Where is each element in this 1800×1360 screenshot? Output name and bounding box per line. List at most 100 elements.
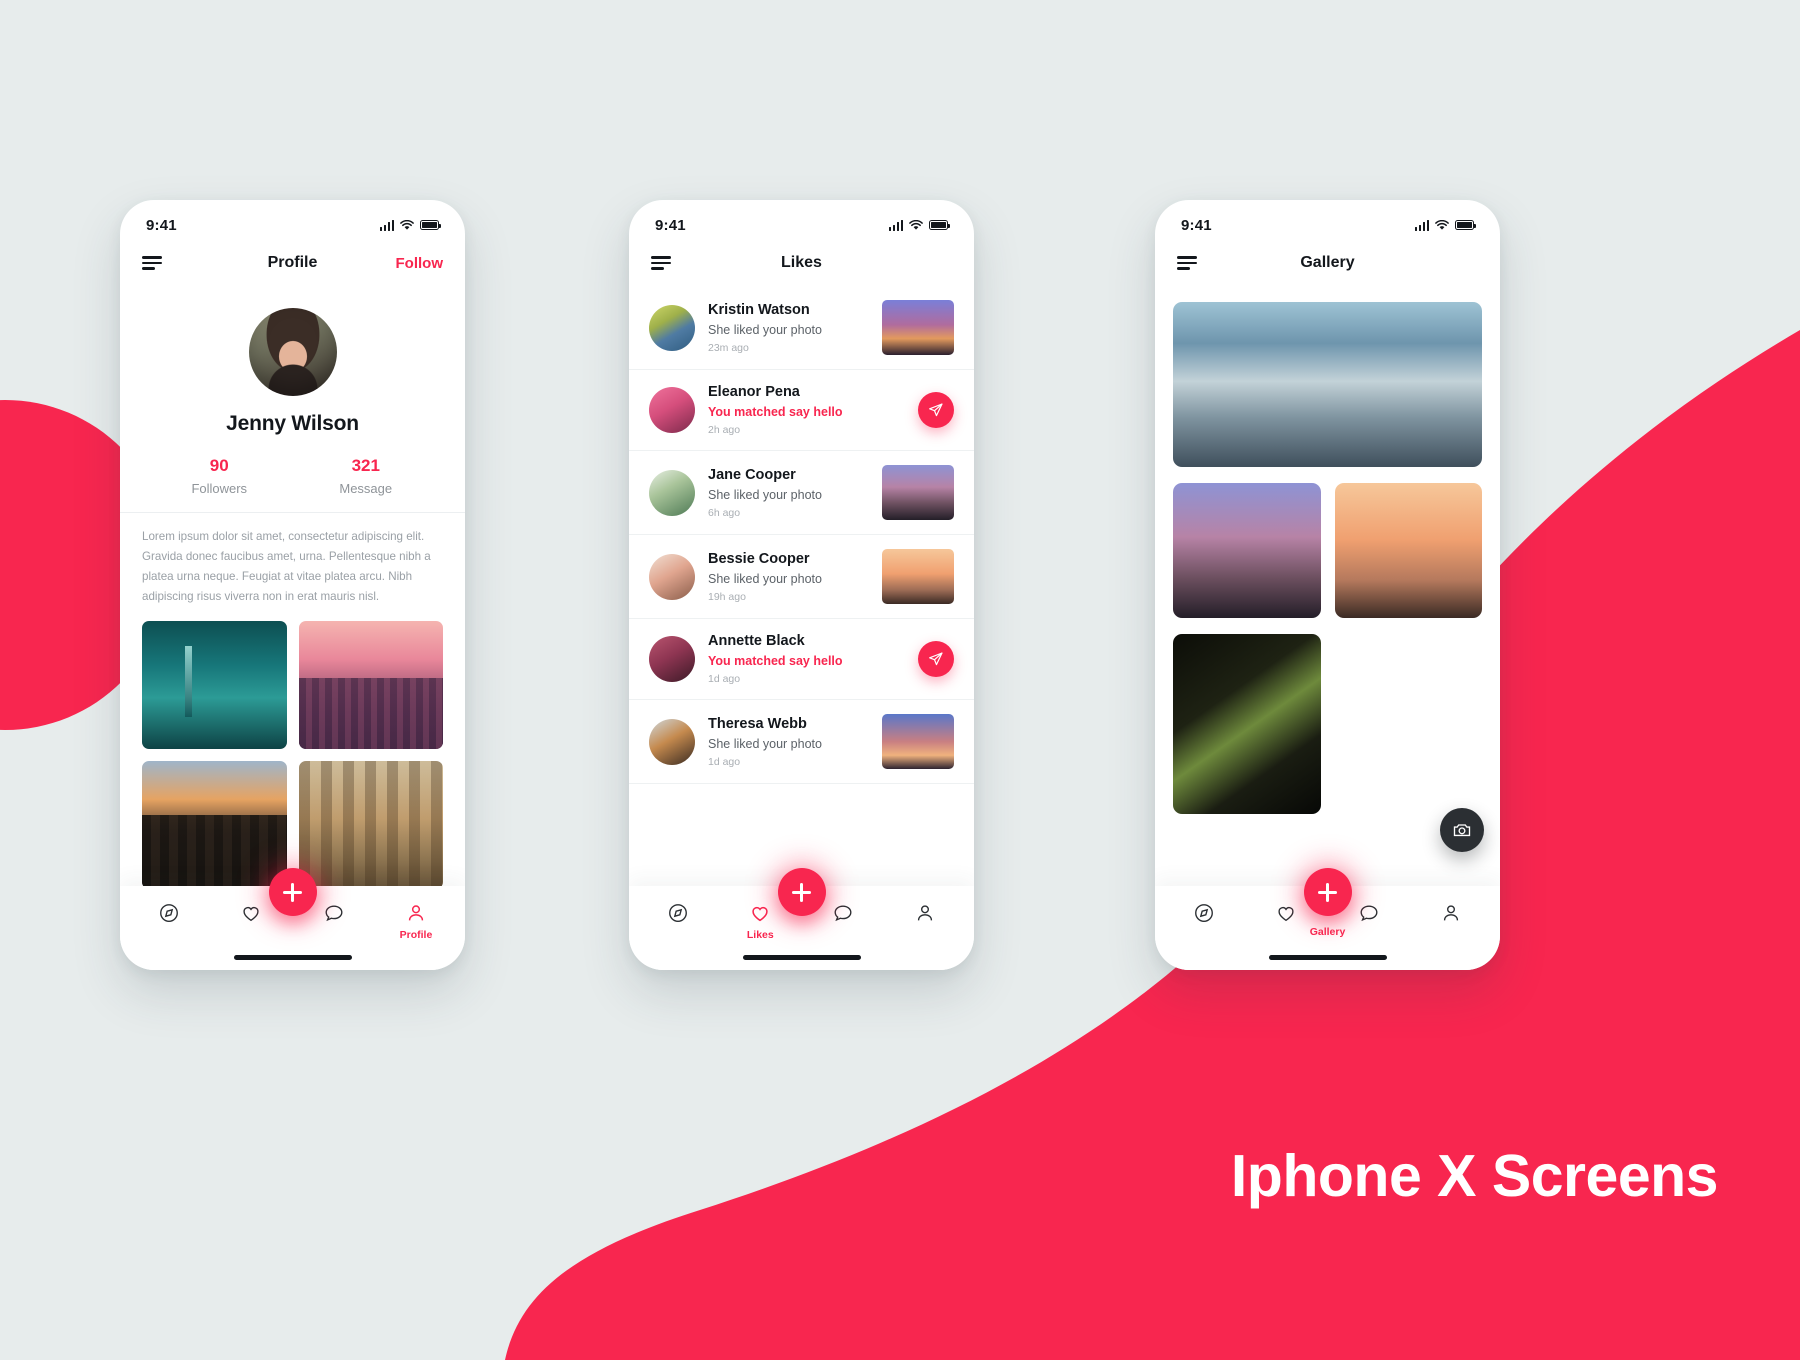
status-bar: 9:41 <box>629 200 974 240</box>
list-item[interactable]: Kristin Watson She liked your photo 23m … <box>629 286 974 370</box>
list-item[interactable]: Theresa Webb She liked your photo 1d ago <box>629 700 974 784</box>
tab-messages[interactable] <box>311 902 357 924</box>
tab-discover[interactable] <box>146 902 192 924</box>
photo-thumbnail[interactable] <box>298 760 443 886</box>
person-icon <box>1443 905 1459 921</box>
photo-thumbnail[interactable] <box>882 549 954 604</box>
cellular-signal-icon <box>888 219 903 231</box>
app-bar-likes: Likes <box>629 240 974 286</box>
stat-message-label: Message <box>339 481 393 496</box>
wifi-icon <box>1435 219 1449 230</box>
gallery-column-left <box>1173 483 1321 814</box>
tab-likes-label: Likes <box>746 929 774 941</box>
hamburger-menu-icon[interactable] <box>651 256 673 270</box>
list-item-name: Jane Cooper <box>708 466 796 483</box>
status-bar: 9:41 <box>120 200 465 240</box>
page-headline: Iphone X Screens <box>1230 1143 1719 1209</box>
camera-button[interactable] <box>1440 808 1484 852</box>
list-item-subtitle: She liked your photo <box>708 571 822 586</box>
bottom-tab-bar: Profile <box>120 868 465 970</box>
heart-icon <box>243 907 259 922</box>
phone-profile-screen: 9:41 Profile Follow Jenny Wilson 90 Foll… <box>120 200 465 970</box>
chat-bubble-icon <box>834 905 852 922</box>
photo-thumbnail[interactable] <box>1334 483 1482 618</box>
tab-likes[interactable] <box>228 902 274 924</box>
avatar <box>649 718 695 765</box>
list-item-name: Kristin Watson <box>708 301 810 318</box>
list-item-time: 1d ago <box>708 755 741 768</box>
home-indicator <box>742 955 861 960</box>
add-plus-button[interactable] <box>1303 868 1352 916</box>
send-message-button[interactable] <box>918 392 954 428</box>
likes-body: Kristin Watson She liked your photo 23m … <box>629 286 974 886</box>
follow-button[interactable]: Follow <box>396 255 444 272</box>
photo-thumbnail[interactable] <box>298 620 443 749</box>
list-item[interactable]: Bessie Cooper She liked your photo 19h a… <box>629 535 974 619</box>
tab-messages[interactable] <box>820 902 866 924</box>
stat-followers[interactable]: 90 Followers <box>146 456 293 496</box>
list-item-name: Theresa Webb <box>708 715 807 732</box>
avatar <box>649 469 695 516</box>
app-bar-profile: Profile Follow <box>120 240 465 286</box>
tab-discover[interactable] <box>1181 902 1227 924</box>
compass-icon <box>669 904 687 922</box>
cellular-signal-icon <box>1414 219 1429 231</box>
add-plus-button[interactable] <box>268 868 317 916</box>
tab-profile[interactable] <box>1428 902 1474 924</box>
tab-discover[interactable] <box>655 902 701 924</box>
profile-stats: 90 Followers 321 Message <box>120 456 465 513</box>
avatar[interactable] <box>248 308 337 396</box>
bottom-tab-bar: Gallery <box>1155 868 1500 970</box>
tab-likes[interactable]: Likes <box>737 902 783 941</box>
list-item-subtitle: She liked your photo <box>708 736 822 751</box>
hamburger-menu-icon[interactable] <box>1177 256 1199 270</box>
gallery-body <box>1155 286 1500 886</box>
list-item-time: 2h ago <box>708 424 741 436</box>
camera-icon <box>1453 824 1471 837</box>
tab-profile[interactable]: Profile <box>393 902 439 941</box>
avatar <box>649 304 695 351</box>
list-item-name: Annette Black <box>708 633 805 649</box>
gallery-column-right <box>1334 483 1482 618</box>
list-item-subtitle: She liked your photo <box>708 322 822 337</box>
list-item-name: Bessie Cooper <box>708 550 810 567</box>
tab-likes[interactable] <box>1263 902 1309 924</box>
likes-list: Kristin Watson She liked your photo 23m … <box>629 286 974 784</box>
status-icons <box>379 219 442 231</box>
avatar-wrapper <box>120 308 465 396</box>
stat-message-value: 321 <box>351 456 380 475</box>
avatar <box>649 553 695 600</box>
list-item[interactable]: Jane Cooper She liked your photo 6h ago <box>629 451 974 535</box>
photo-thumbnail[interactable] <box>1173 302 1482 467</box>
photo-thumbnail[interactable] <box>142 760 287 886</box>
list-item-time: 6h ago <box>708 506 741 519</box>
send-icon <box>929 652 943 666</box>
list-item[interactable]: Annette Black You matched say hello 1d a… <box>629 619 974 700</box>
list-item[interactable]: Eleanor Pena You matched say hello 2h ag… <box>629 370 974 451</box>
stat-followers-label: Followers <box>191 481 248 496</box>
stat-message[interactable]: 321 Message <box>293 456 440 496</box>
hamburger-menu-icon[interactable] <box>142 256 164 270</box>
tab-profile[interactable] <box>902 902 948 924</box>
photo-thumbnail[interactable] <box>1173 634 1321 814</box>
photo-thumbnail[interactable] <box>1173 483 1321 618</box>
tab-gallery-label: Gallery <box>1309 926 1346 938</box>
list-item-text: Bessie Cooper She liked your photo 19h a… <box>708 551 869 603</box>
compass-icon <box>160 904 178 922</box>
list-item-subtitle: You matched say hello <box>708 405 843 419</box>
tab-messages[interactable] <box>1346 902 1392 924</box>
photo-thumbnail[interactable] <box>882 465 954 520</box>
photo-thumbnail[interactable] <box>882 300 954 355</box>
home-indicator <box>233 955 352 960</box>
list-item-text: Kristin Watson She liked your photo 23m … <box>708 302 869 354</box>
add-plus-button[interactable] <box>777 868 826 916</box>
chat-bubble-icon <box>325 905 343 922</box>
status-icons <box>888 219 951 231</box>
send-message-button[interactable] <box>918 641 954 677</box>
gallery-row <box>1173 483 1482 814</box>
profile-photo-grid <box>120 607 465 886</box>
list-item-text: Jane Cooper She liked your photo 6h ago <box>708 467 869 519</box>
photo-thumbnail[interactable] <box>142 620 287 749</box>
photo-thumbnail[interactable] <box>882 714 954 769</box>
battery-icon <box>420 220 442 230</box>
